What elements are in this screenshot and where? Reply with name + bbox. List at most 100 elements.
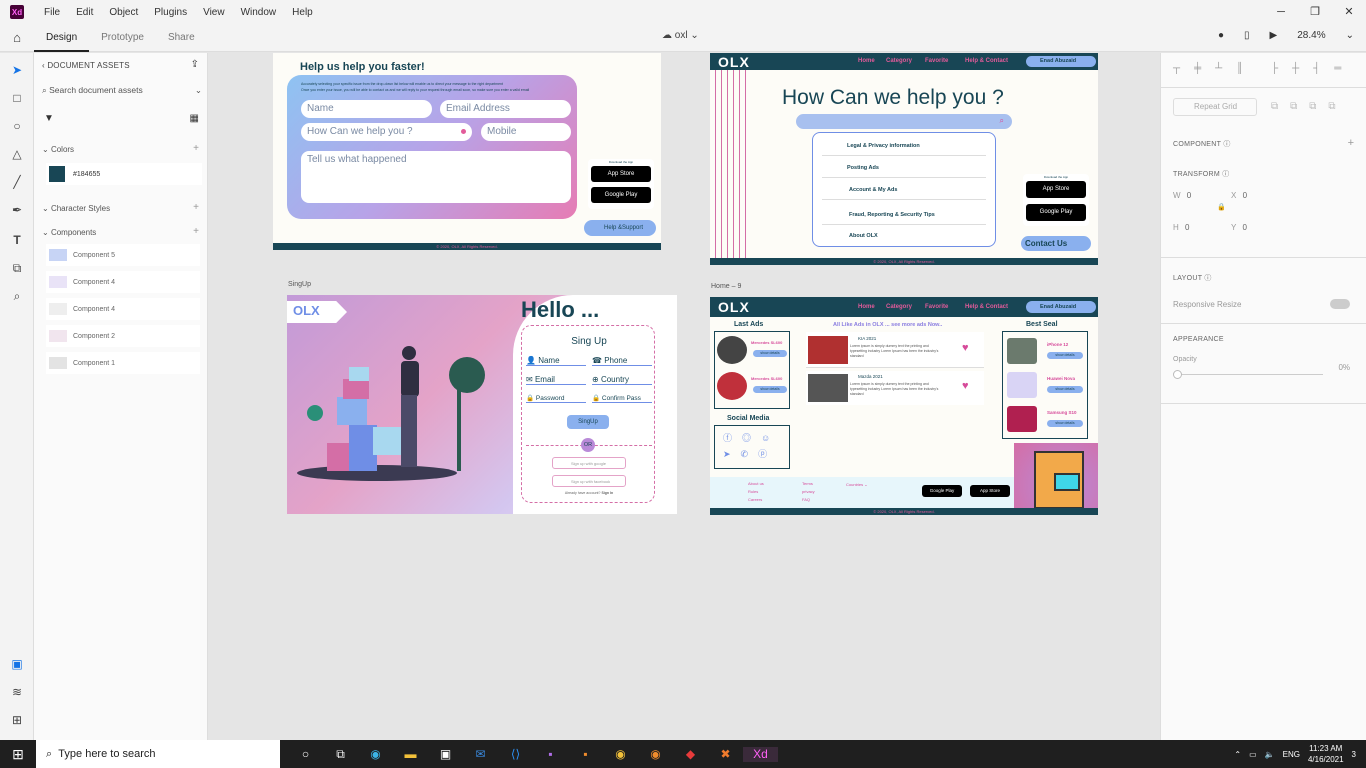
notification-icon[interactable]: 3 xyxy=(1352,750,1356,759)
responsive-toggle[interactable] xyxy=(1330,299,1350,309)
nav-favorite[interactable]: Favorite xyxy=(925,304,948,310)
chevron-down-icon[interactable]: ⌄ xyxy=(1346,30,1354,41)
align-icons[interactable]: ┬╪┴║ xyxy=(1173,63,1257,74)
height-field[interactable]: H 0 xyxy=(1173,223,1189,232)
menu-view[interactable]: View xyxy=(195,7,233,18)
add-icon[interactable]: + xyxy=(193,202,199,213)
countries-select[interactable]: Countries ⌄ xyxy=(846,482,868,487)
nav-category[interactable]: Category xyxy=(886,304,912,310)
component-item[interactable]: Component 1 xyxy=(46,352,200,374)
nav-category[interactable]: Category xyxy=(886,58,912,64)
character-styles-section[interactable]: ⌄ Character Styles xyxy=(42,204,110,213)
google-play-button[interactable]: Google Play xyxy=(1026,204,1086,221)
close-icon[interactable]: ✕ xyxy=(1332,0,1366,24)
taskbar-search[interactable]: ⌕ Type here to search xyxy=(36,740,280,768)
nav-help-contact[interactable]: Help & Contact xyxy=(965,304,1008,310)
list-item[interactable]: Posting Ads xyxy=(822,158,986,178)
google-signup-button[interactable]: Sign up with google xyxy=(552,457,626,469)
name-field[interactable]: Name xyxy=(301,100,432,118)
menu-object[interactable]: Object xyxy=(101,7,146,18)
volume-icon[interactable]: 🔈 xyxy=(1265,750,1275,759)
polygon-tool-icon[interactable]: △ xyxy=(0,147,34,161)
instagram-icon[interactable]: ◎ xyxy=(742,433,761,443)
opacity-handle[interactable] xyxy=(1173,370,1182,379)
artboard-signup[interactable]: OLX Hello ... Sing Up 👤 Name ☎ Phone ✉ E… xyxy=(287,295,677,514)
menu-edit[interactable]: Edit xyxy=(68,7,101,18)
nav-help-contact[interactable]: Help & Contact xyxy=(965,58,1008,64)
list-item[interactable]: Account & My Ads xyxy=(822,180,986,200)
artboard-home[interactable]: OLX Home Category Favorite Help & Contac… xyxy=(710,297,1098,515)
xampp-icon[interactable]: ✖ xyxy=(708,747,743,762)
show-details-button[interactable]: show details xyxy=(1047,386,1083,393)
artboard-help-center[interactable]: OLX Home Category Favorite Help & Contac… xyxy=(710,53,1098,265)
windows-start-icon[interactable]: ⊞ xyxy=(0,746,36,763)
component-item[interactable]: Component 2 xyxy=(46,325,200,347)
x-field[interactable]: X 0 xyxy=(1231,191,1247,200)
assets-panel-icon[interactable]: ▣ xyxy=(0,657,34,671)
tab-design[interactable]: Design xyxy=(34,24,90,52)
list-item[interactable]: Fraud, Reporting & Security Tips xyxy=(822,205,986,225)
menu-window[interactable]: Window xyxy=(233,7,285,18)
play-icon[interactable]: ▶ xyxy=(1270,30,1278,41)
sublime-icon[interactable]: ▪ xyxy=(568,747,603,762)
phpstorm-icon[interactable]: ▪ xyxy=(533,747,568,762)
mobile-field[interactable]: Mobile xyxy=(481,123,571,141)
repeat-grid-button[interactable]: Repeat Grid xyxy=(1173,98,1257,116)
anydesk-icon[interactable]: ◆ xyxy=(673,747,708,762)
opacity-value[interactable]: 0% xyxy=(1338,363,1350,372)
email-field[interactable]: Email Address xyxy=(440,100,571,118)
line-tool-icon[interactable]: ╱ xyxy=(0,175,34,189)
chrome-icon[interactable]: ◉ xyxy=(603,747,638,762)
document-name[interactable]: ☁ oxl ⌄ xyxy=(662,30,699,41)
chevron-up-icon[interactable]: ⌃ xyxy=(1234,750,1241,759)
facebook-icon[interactable]: ⓕ xyxy=(723,433,742,443)
signin-link[interactable]: Sign In xyxy=(601,491,613,495)
show-details-button[interactable]: show details xyxy=(1047,420,1083,427)
adobe-xd-icon[interactable]: Xd xyxy=(743,746,778,762)
mail-icon[interactable]: ✉ xyxy=(463,747,498,762)
heart-icon[interactable]: ♥ xyxy=(962,342,969,354)
facebook-signup-button[interactable]: Sign up with facebook xyxy=(552,475,626,487)
zoom-level[interactable]: 28.4% xyxy=(1297,30,1325,41)
zoom-tool-icon[interactable]: ⌕ xyxy=(0,289,34,304)
google-play-button[interactable]: Google Play xyxy=(591,187,651,203)
color-swatch[interactable]: #184655 xyxy=(46,163,202,185)
list-item[interactable]: About OLX xyxy=(822,226,986,246)
component-item[interactable]: Component 4 xyxy=(46,298,200,320)
store-icon[interactable]: ▣ xyxy=(428,747,463,762)
mobile-preview-icon[interactable]: ▯ xyxy=(1244,30,1250,41)
y-field[interactable]: Y 0 xyxy=(1231,223,1247,232)
component-item[interactable]: Component 4 xyxy=(46,271,200,293)
name-field[interactable]: 👤 Name xyxy=(526,356,586,366)
nav-home[interactable]: Home xyxy=(858,304,875,310)
show-details-button[interactable]: show details xyxy=(753,386,787,393)
ad-card[interactable]: KIA 2021 Lorem ipsum is simply dummy tex… xyxy=(806,332,984,368)
ellipse-tool-icon[interactable]: ○ xyxy=(0,119,34,133)
task-view-icon[interactable]: ⧉ xyxy=(323,747,358,762)
user-button[interactable]: Enad Abuzaid xyxy=(1026,56,1096,67)
distribute-icons[interactable]: ├┼┤═ xyxy=(1271,63,1355,74)
artboard-label-signup[interactable]: SingUp xyxy=(288,281,311,288)
show-details-button[interactable]: show details xyxy=(1047,352,1083,359)
snapchat-icon[interactable]: ☺ xyxy=(761,433,780,443)
artboard-help-form[interactable]: Help us help you faster! Accurately sele… xyxy=(273,53,661,250)
menu-help[interactable]: Help xyxy=(284,7,321,18)
email-field[interactable]: ✉ Email xyxy=(526,375,586,385)
confirm-password-field[interactable]: 🔒 Confirm Pass xyxy=(592,394,652,403)
nav-home[interactable]: Home xyxy=(858,58,875,64)
home-icon[interactable]: ⌂ xyxy=(0,30,34,45)
all-ads-heading[interactable]: All Like Ads in OLX ... see more ads Now… xyxy=(833,322,942,328)
ad-card[interactable]: Mazda 2021 Lorem ipsum is simply dummy t… xyxy=(806,371,984,405)
vscode-icon[interactable]: ⟨⟩ xyxy=(498,747,533,762)
add-icon[interactable]: + xyxy=(193,226,199,237)
add-icon[interactable]: + xyxy=(1348,137,1354,149)
signup-button[interactable]: SingUp xyxy=(567,415,609,429)
question-select[interactable]: How Can we help you ? xyxy=(301,123,472,141)
colors-section[interactable]: ⌄ Colors xyxy=(42,145,74,154)
contact-us-button[interactable]: Contact Us xyxy=(1021,236,1091,251)
app-store-button[interactable]: App Store xyxy=(970,485,1010,497)
add-icon[interactable]: + xyxy=(193,143,199,154)
component-item[interactable]: Component 5 xyxy=(46,244,200,266)
message-field[interactable]: Tell us what happened xyxy=(301,151,571,203)
google-play-button[interactable]: Google Play xyxy=(922,485,962,497)
